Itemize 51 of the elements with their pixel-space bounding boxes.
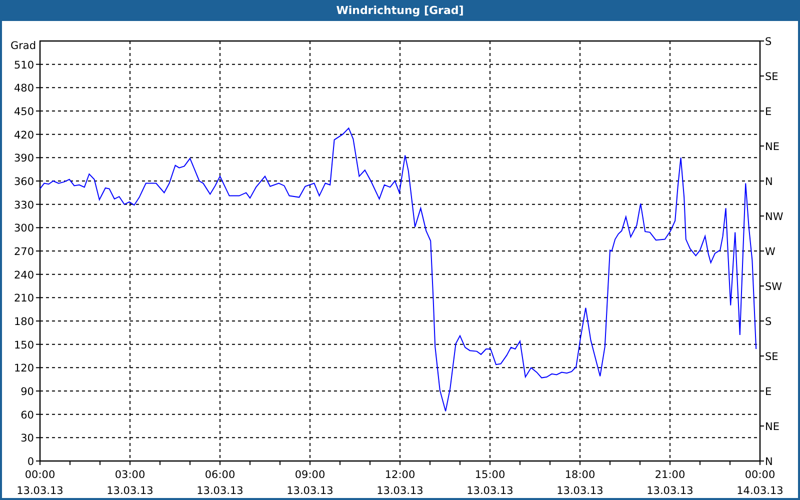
axis-label: W: [765, 246, 776, 258]
axis-label: 330: [14, 199, 34, 212]
axis-label: 210: [14, 292, 34, 305]
axis-label: 21:00: [654, 469, 686, 481]
y-axis-title: Grad: [10, 40, 36, 52]
axis-label: 18:00: [564, 469, 596, 481]
axis-label: 03:00: [114, 469, 146, 481]
axis-label: 00:00: [24, 469, 56, 481]
axis-label: 13.03.13: [196, 485, 244, 497]
axis-label: 480: [14, 82, 34, 95]
axis-label: 90: [20, 386, 34, 398]
axis-label: 150: [14, 339, 34, 352]
axis-label: E: [765, 386, 772, 398]
axis-label: 00:00: [744, 469, 776, 481]
axis-label: 270: [14, 246, 34, 258]
axis-label: 240: [14, 269, 34, 282]
axis-label: 420: [14, 129, 34, 142]
axis-label: NE: [765, 141, 780, 153]
axis-label: 09:00: [294, 469, 326, 481]
axis-label: 180: [14, 316, 34, 328]
axis-label: 390: [14, 152, 34, 165]
axis-label: 13.03.13: [16, 485, 64, 497]
axis-label: NE: [765, 421, 780, 433]
axis-label: 60: [20, 409, 34, 422]
axis-label: N: [765, 176, 773, 188]
axis-label: E: [765, 106, 772, 118]
axis-label: 120: [14, 362, 34, 375]
axis-label: SE: [765, 71, 778, 83]
axis-label: 30: [20, 432, 34, 445]
axis-label: 13.03.13: [466, 485, 514, 497]
axis-label: 510: [14, 59, 34, 72]
axis-label: S: [765, 316, 772, 328]
axis-label: 360: [14, 176, 34, 188]
axis-label: 0: [27, 456, 34, 468]
axis-label: 13.03.13: [106, 485, 154, 497]
axis-label: 13.03.13: [646, 485, 694, 497]
axis-label: 13.03.13: [286, 485, 334, 497]
axis-label: SW: [765, 281, 782, 293]
axis-label: 06:00: [204, 469, 236, 481]
axis-label: 13.03.13: [376, 485, 424, 497]
axis-label: 15:00: [474, 469, 506, 481]
axis-label: SE: [765, 351, 778, 363]
window-title: Windrichtung [Grad]: [336, 4, 464, 17]
axis-label: 450: [14, 106, 34, 118]
axis-label: 13.03.13: [556, 485, 604, 497]
axis-label: NW: [765, 211, 784, 223]
axis-label: 12:00: [384, 469, 416, 481]
axis-label: 14.03.13: [736, 485, 784, 497]
axis-label: S: [765, 36, 772, 48]
axis-label: 300: [14, 222, 34, 235]
axis-label: N: [765, 456, 773, 468]
